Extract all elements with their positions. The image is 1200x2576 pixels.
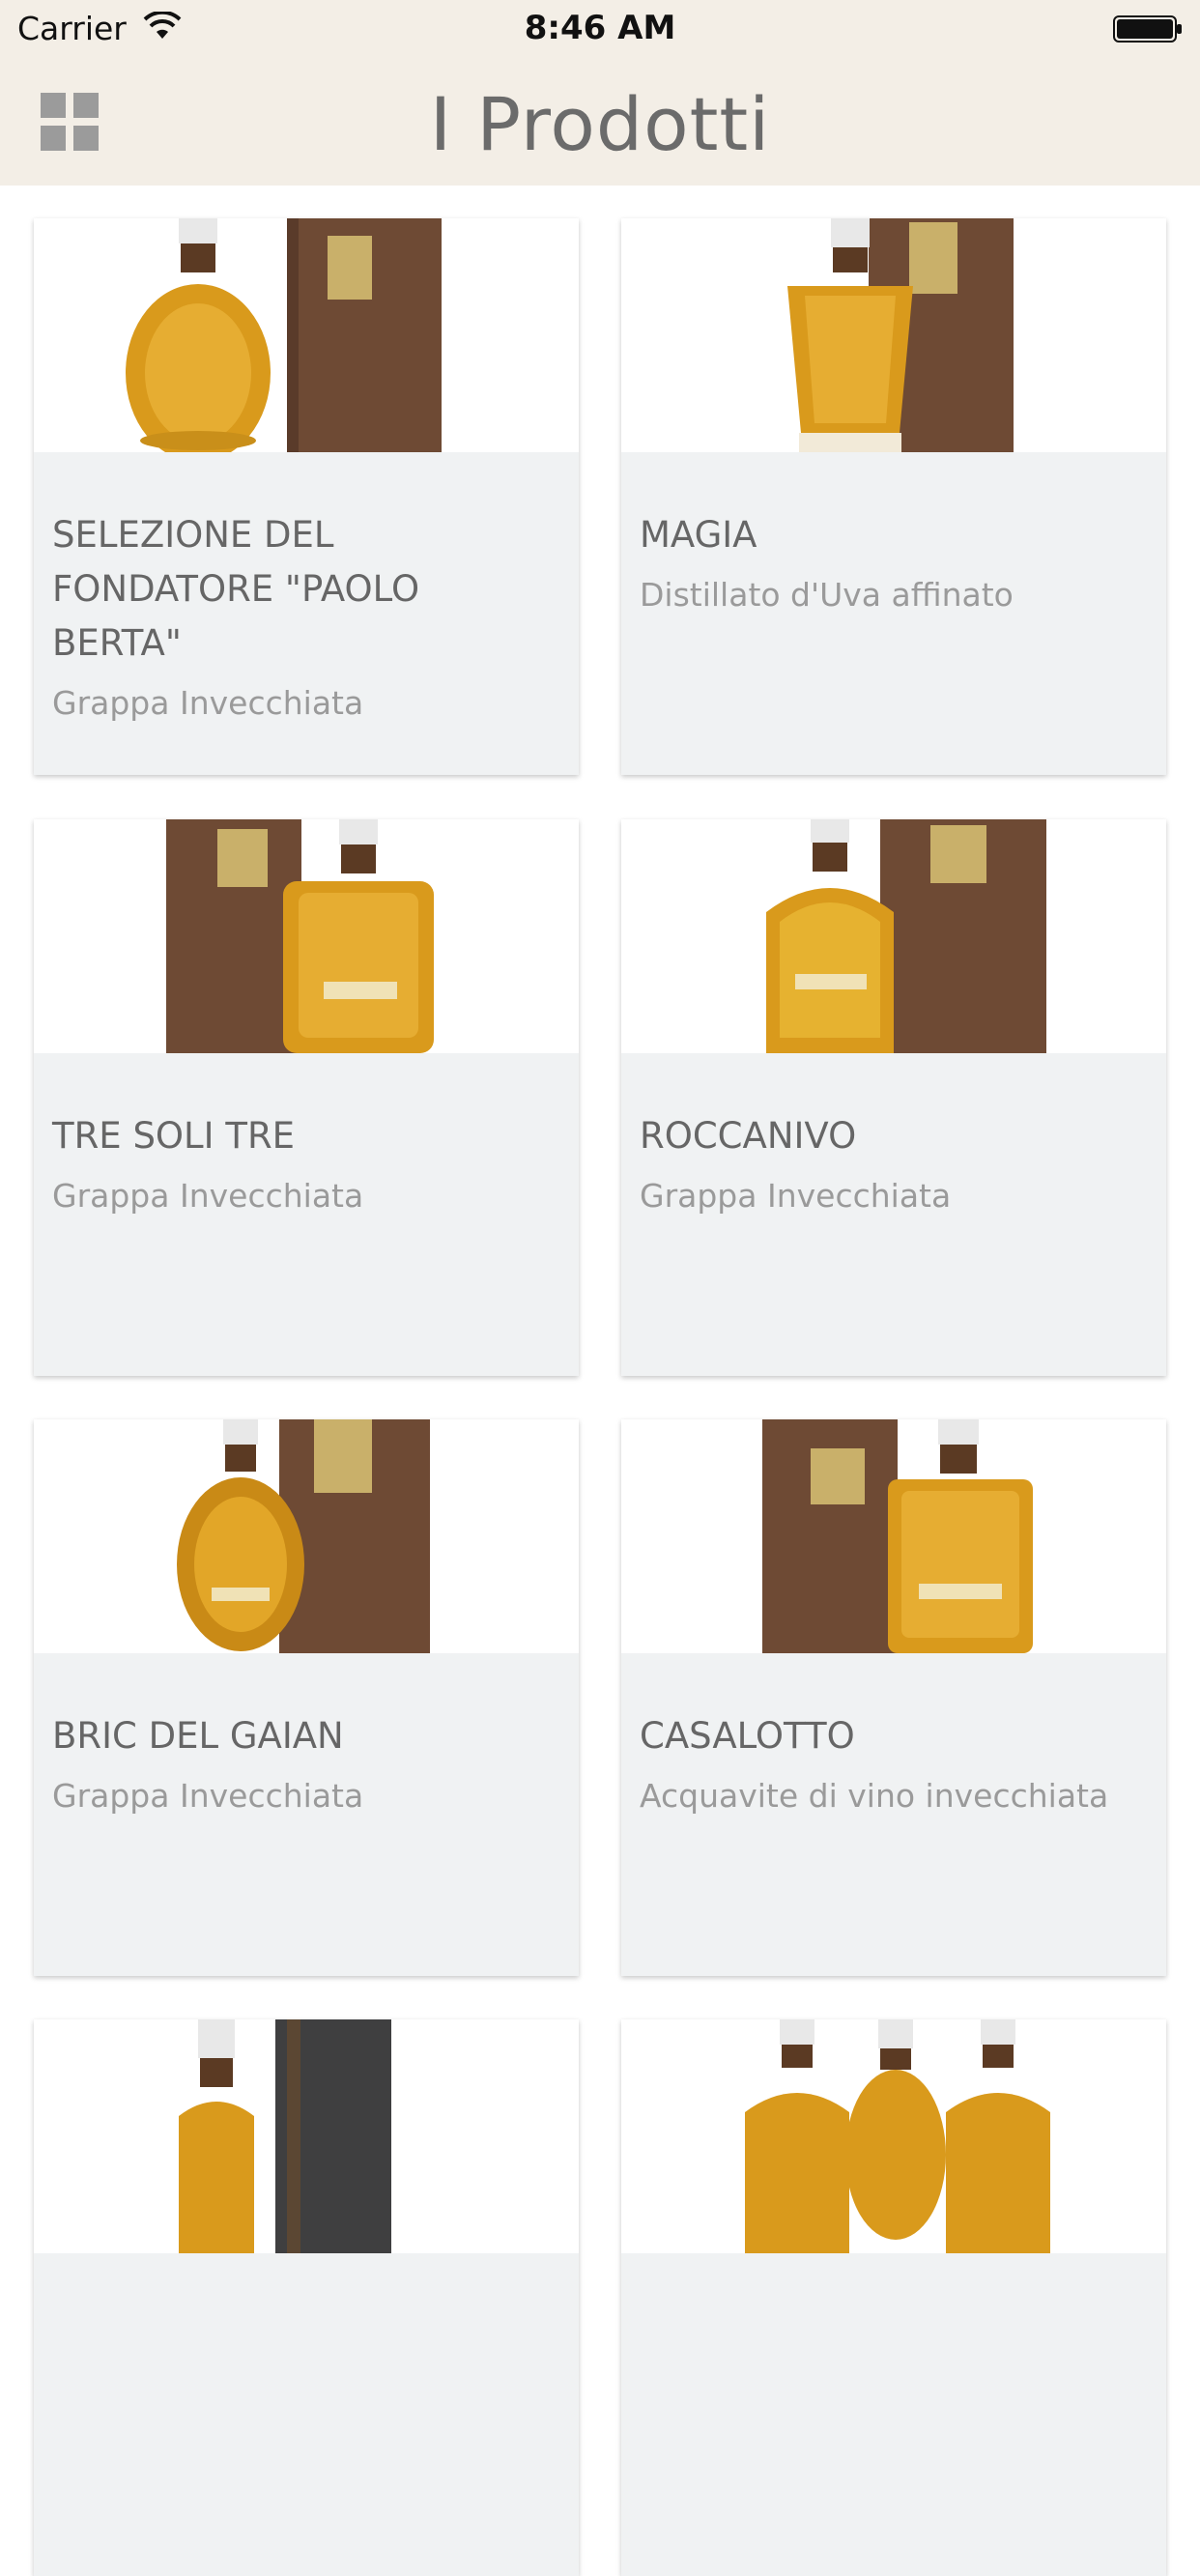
product-image — [34, 819, 579, 1053]
clock: 8:46 AM — [524, 9, 676, 47]
product-title: BRIC DEL GAIAN — [52, 1715, 344, 1757]
product-title: MAGIA — [640, 514, 757, 556]
product-subtitle: Grappa Invecchiata — [640, 1177, 952, 1215]
product-name: CASALOTTO Acquavite di vino invecchiata — [640, 1709, 1142, 1818]
navigation-bar: I Prodotti — [0, 60, 1200, 186]
product-title: SELEZIONE DEL FONDATORE "PAOLO BERTA" — [52, 514, 420, 664]
product-subtitle: Grappa Invecchiata — [52, 1777, 364, 1815]
product-image — [34, 2019, 579, 2253]
product-subtitle: Grappa Invecchiata — [52, 684, 364, 722]
product-image — [621, 1419, 1166, 1653]
product-title: TRE SOLI TRE — [52, 1115, 296, 1157]
product-name: MAGIA Distillato d'Uva affinato — [640, 508, 1142, 616]
product-card[interactable]: TRE SOLI TRE Grappa Invecchiata — [34, 819, 579, 1376]
product-card[interactable] — [621, 2019, 1166, 2576]
product-grid: SELEZIONE DEL FONDATORE "PAOLO BERTA" Gr… — [0, 186, 1200, 2576]
product-name: BRIC DEL GAIAN Grappa Invecchiata — [52, 1709, 555, 1818]
product-image — [621, 819, 1166, 1053]
product-card[interactable]: CASALOTTO Acquavite di vino invecchiata — [621, 1419, 1166, 1976]
product-image — [34, 1419, 579, 1653]
product-subtitle: Distillato d'Uva affinato — [640, 576, 1014, 614]
product-card[interactable]: ROCCANIVO Grappa Invecchiata — [621, 819, 1166, 1376]
product-name: SELEZIONE DEL FONDATORE "PAOLO BERTA" Gr… — [52, 508, 555, 725]
status-bar: Carrier 8:46 AM — [0, 0, 1200, 60]
product-name: TRE SOLI TRE Grappa Invecchiata — [52, 1109, 555, 1217]
product-subtitle: Acquavite di vino invecchiata — [640, 1777, 1109, 1815]
product-subtitle: Grappa Invecchiata — [52, 1177, 364, 1215]
product-image — [621, 218, 1166, 452]
product-title: ROCCANIVO — [640, 1115, 857, 1157]
product-card[interactable]: MAGIA Distillato d'Uva affinato — [621, 218, 1166, 775]
battery-icon — [1113, 15, 1182, 43]
product-image — [34, 218, 579, 452]
product-card[interactable]: BRIC DEL GAIAN Grappa Invecchiata — [34, 1419, 579, 1976]
product-card[interactable]: SELEZIONE DEL FONDATORE "PAOLO BERTA" Gr… — [34, 218, 579, 775]
product-name: ROCCANIVO Grappa Invecchiata — [640, 1109, 1142, 1217]
page-title: I Prodotti — [429, 81, 771, 167]
product-title: CASALOTTO — [640, 1715, 855, 1757]
product-card[interactable] — [34, 2019, 579, 2576]
product-image — [621, 2019, 1166, 2253]
